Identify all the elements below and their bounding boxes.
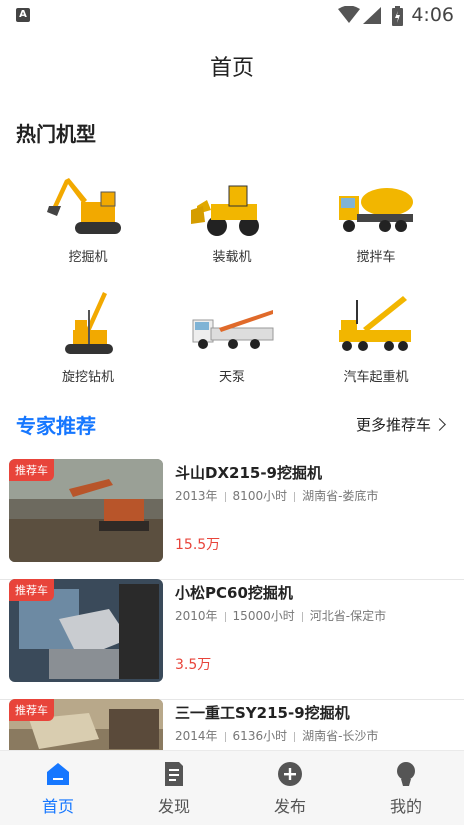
category-label: 旋挖钻机 <box>61 370 114 385</box>
tab-publish[interactable]: 发布 <box>232 761 348 817</box>
recommend-badge: 推荐车 <box>9 459 54 481</box>
listing-year: 2014年 <box>175 729 218 743</box>
listing-price: 15.5万 <box>175 537 221 553</box>
divider <box>224 611 226 622</box>
cellular-signal-icon <box>363 7 381 24</box>
category-concrete-pump[interactable]: 天泵 <box>162 290 302 385</box>
listing-location: 湖南省-娄底市 <box>302 489 379 503</box>
status-bar: A 4:06 <box>0 0 464 32</box>
listing-year: 2013年 <box>175 489 218 503</box>
document-icon <box>165 762 183 786</box>
wifi-icon <box>338 6 360 23</box>
category-mixer-truck[interactable]: 搅拌车 <box>306 170 446 265</box>
battery-charging-icon <box>392 6 403 26</box>
home-icon <box>47 763 69 785</box>
listing-photo: 推荐车 <box>9 459 163 562</box>
concrete-pump-image <box>192 310 274 349</box>
page-title: 首页 <box>209 56 254 81</box>
category-label: 挖掘机 <box>68 250 108 265</box>
truck-crane-image <box>339 296 411 351</box>
category-label: 汽车起重机 <box>343 370 409 385</box>
category-label: 天泵 <box>218 370 245 385</box>
listing-title: 三一重工SY215-9挖掘机 <box>175 704 350 722</box>
excavator-image <box>47 178 121 234</box>
tab-label: 发布 <box>273 797 306 816</box>
recommend-badge: 推荐车 <box>9 699 54 721</box>
more-recommend-label: 更多推荐车 <box>355 416 431 434</box>
listing-meta: 2014年 6136小时 湖南省-长沙市 <box>175 727 378 744</box>
divider <box>294 491 296 502</box>
listing-title: 斗山DX215-9挖掘机 <box>175 464 322 482</box>
hot-models-title: 热门机型 <box>16 122 96 146</box>
tab-label: 发现 <box>157 797 190 816</box>
divider <box>294 731 296 742</box>
tab-profile[interactable]: 我的 <box>348 761 464 817</box>
divider <box>301 611 303 622</box>
listing-hours: 6136小时 <box>232 729 288 743</box>
app-notification-icon: A <box>16 8 30 22</box>
chevron-right-icon <box>433 418 446 431</box>
listing-photo: 推荐车 <box>9 579 163 682</box>
category-loader[interactable]: 装载机 <box>162 170 302 265</box>
status-time: 4:06 <box>411 4 454 26</box>
divider <box>224 731 226 742</box>
listing-hours: 15000小时 <box>232 609 295 623</box>
listing-location: 河北省-保定市 <box>309 609 387 623</box>
loader-image <box>191 185 259 236</box>
category-rotary-drilling-rig[interactable]: 旋挖钻机 <box>18 290 158 385</box>
category-label: 搅拌车 <box>356 250 396 265</box>
user-icon <box>397 762 415 786</box>
listing-meta: 2010年 15000小时 河北省-保定市 <box>175 607 386 624</box>
listing-hours: 8100小时 <box>232 489 288 503</box>
expert-recommend-title: 专家推荐 <box>16 414 96 438</box>
category-label: 装载机 <box>212 250 252 265</box>
bottom-tab-bar: 首页 发现 发布 我的 <box>0 750 464 825</box>
rotary-drilling-rig-image <box>65 292 113 354</box>
category-excavator[interactable]: 挖掘机 <box>18 170 158 265</box>
listing-title: 小松PC60挖掘机 <box>175 584 293 602</box>
tab-label: 首页 <box>41 797 74 816</box>
list-item[interactable]: 推荐车 斗山DX215-9挖掘机 2013年 8100小时 湖南省-娄底市 15.5… <box>0 459 464 580</box>
category-truck-crane[interactable]: 汽车起重机 <box>306 290 446 385</box>
recommend-badge: 推荐车 <box>9 579 54 601</box>
more-recommend-link[interactable]: 更多推荐车 <box>355 414 446 435</box>
tab-label: 我的 <box>389 797 422 816</box>
list-item[interactable]: 推荐车 小松PC60挖掘机 2010年 15000小时 河北省-保定市 3.5万 <box>0 579 464 700</box>
listing-year: 2010年 <box>175 609 218 623</box>
plus-circle-icon <box>278 762 302 786</box>
listing-location: 湖南省-长沙市 <box>302 729 379 743</box>
tab-discover[interactable]: 发现 <box>116 761 232 817</box>
listing-meta: 2013年 8100小时 湖南省-娄底市 <box>175 487 378 504</box>
tab-home[interactable]: 首页 <box>0 761 116 817</box>
divider <box>224 491 226 502</box>
mixer-truck-image <box>339 188 413 232</box>
listing-price: 3.5万 <box>175 657 212 673</box>
